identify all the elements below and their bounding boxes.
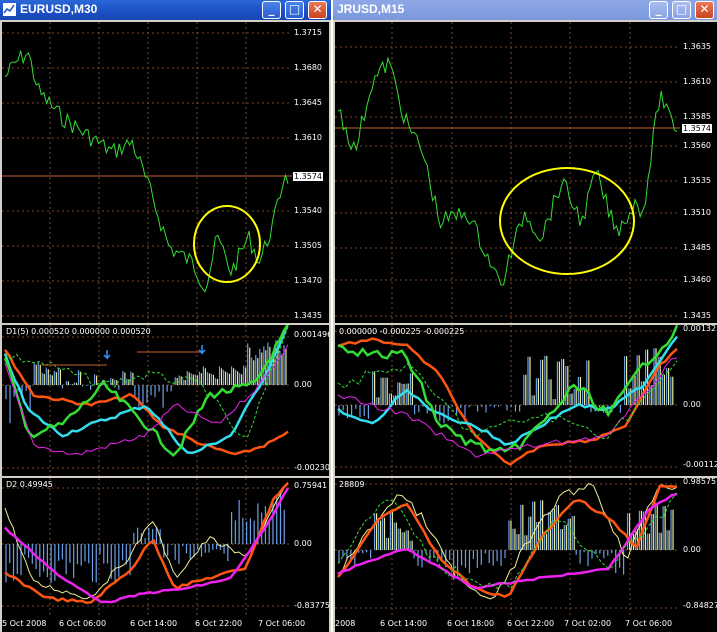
price-axis-label: 1.3574	[292, 171, 324, 182]
price-axis-label: 0.00	[294, 539, 312, 548]
arrow-down-icon	[198, 345, 206, 355]
maximize-button[interactable]: □	[285, 1, 304, 19]
price-axis-label: 1.3560	[683, 141, 711, 150]
close-icon: ✕	[699, 2, 710, 16]
price-line	[4, 50, 289, 293]
price-axis-label: 0.00	[683, 400, 701, 409]
price-axis-label: 1.3610	[294, 133, 322, 142]
time-axis-label: 7 Oct 06:00	[258, 619, 306, 628]
time-axis-label: 7 Oct 06:00	[625, 619, 673, 628]
maximize-icon: □	[288, 2, 301, 16]
indicator-label: D1(5) 0.000520 0.000000 0.000520	[6, 327, 151, 336]
price-line	[337, 56, 678, 286]
price-axis-label: 0.001496	[294, 330, 329, 339]
indicator-label: D2 0.49945	[6, 480, 53, 489]
close-button[interactable]: ✕	[695, 1, 714, 19]
price-axis-label: 1.3535	[683, 176, 711, 185]
time-axis-label: 6 Oct 18:00	[447, 619, 495, 628]
price-axis-label: 0.98575	[683, 478, 717, 486]
price-chart[interactable]: 1.3715 1.3680 1.3645 1.3610 1.3574 1.3540 1.35…	[2, 22, 329, 323]
arrow-down-icon	[103, 350, 111, 360]
price-axis-label: 1.3505	[294, 241, 322, 250]
time-axis: 2008 6 Oct 14:00 6 Oct 18:00 6 Oct 22:00 7 O…	[335, 616, 717, 632]
price-axis-label: 1.3645	[294, 98, 322, 107]
minimize-icon: _	[268, 2, 275, 16]
time-axis-label: 6 Oct 06:00	[59, 619, 107, 628]
window-title: JRUSD,M15	[337, 2, 405, 16]
price-axis-label: -0.00230	[294, 463, 329, 472]
price-axis-label: 1.3635	[683, 42, 711, 51]
highlight-ellipse	[193, 205, 261, 283]
maximize-icon: □	[675, 2, 688, 16]
time-axis-label: 2008	[335, 619, 356, 628]
indicator-label: 0.000000 -0.000225 -0.000225	[339, 327, 465, 336]
indicator-label: 28809	[339, 480, 365, 489]
price-axis-label: 1.3460	[683, 275, 711, 284]
indicator-d2-canvas	[2, 478, 292, 616]
price-axis-label: 1.3585	[683, 112, 711, 121]
indicator-d1-canvas	[2, 325, 292, 476]
price-chart[interactable]: 1.3635 1.3610 1.3585 1.3574 1.3560 1.3535 1.35…	[335, 22, 717, 323]
minimize-icon: _	[655, 2, 662, 16]
price-axis-label: 0.75941	[294, 481, 328, 490]
price-chart-canvas	[2, 22, 292, 323]
price-axis-label: 1.3540	[294, 206, 322, 215]
time-axis-label: 7 Oct 02:00	[564, 619, 612, 628]
indicator-d2[interactable]: 28809 0.98575 0.00 -0.84827	[335, 478, 717, 616]
price-axis-label: 1.3574	[681, 123, 713, 134]
time-axis-label: 5 Oct 2008	[2, 619, 47, 628]
time-axis-label: 6 Oct 14:00	[130, 619, 178, 628]
price-axis-label: -0.84827	[683, 601, 717, 610]
chart-window-jrusd[interactable]: JRUSD,M15 _ □ ✕ 1.3635 1.3610 1.3585 1.3574…	[333, 0, 717, 632]
time-axis-label: 6 Oct 22:00	[507, 619, 555, 628]
price-axis-label: 0.00	[294, 380, 312, 389]
close-icon: ✕	[312, 2, 323, 16]
price-axis-label: 1.3470	[294, 276, 322, 285]
close-button[interactable]: ✕	[308, 1, 327, 19]
price-axis-label: 1.3435	[683, 311, 711, 320]
indicator-d1[interactable]: 0.000000 -0.000225 -0.000225 0.00132 0.00…	[335, 325, 717, 476]
title-bar[interactable]: EURUSD,M30 _ □ ✕	[0, 0, 331, 20]
price-axis-label: 0.00132	[683, 325, 717, 333]
indicator-d2[interactable]: D2 0.49945 0.75941 0.00 -0.83775	[2, 478, 329, 616]
indicator-d1-canvas	[335, 325, 680, 476]
price-axis-label: 1.3610	[683, 77, 711, 86]
indicator-d2-canvas	[335, 478, 680, 616]
price-axis-label: -0.00112	[683, 460, 717, 469]
price-axis-label: -0.83775	[294, 601, 329, 610]
chart-window-eurusd[interactable]: EURUSD,M30 _ □ ✕ 1.3715 1.3680 1.3645 1.361…	[0, 0, 331, 632]
title-bar[interactable]: JRUSD,M15 _ □ ✕	[333, 0, 717, 20]
price-axis-label: 1.3510	[683, 208, 711, 217]
price-chart-canvas	[335, 22, 680, 323]
price-axis-label: 1.3485	[683, 243, 711, 252]
indicator-d1[interactable]: D1(5) 0.000520 0.000000 0.000520 0.00149…	[2, 325, 329, 476]
price-axis-label: 1.3680	[294, 63, 322, 72]
window-title: EURUSD,M30	[20, 2, 98, 16]
time-axis-label: 6 Oct 22:00	[195, 619, 243, 628]
price-axis-label: 1.3435	[294, 311, 322, 320]
price-axis-label: 1.3715	[294, 28, 322, 37]
minimize-button[interactable]: _	[262, 1, 281, 19]
price-axis-label: 0.00	[683, 545, 701, 554]
time-axis: 5 Oct 2008 6 Oct 06:00 6 Oct 14:00 6 Oct 22…	[2, 616, 329, 632]
maximize-button[interactable]: □	[672, 1, 691, 19]
minimize-button[interactable]: _	[649, 1, 668, 19]
time-axis-label: 6 Oct 14:00	[380, 619, 428, 628]
chart-window-icon	[3, 3, 16, 16]
green-line	[337, 325, 679, 454]
